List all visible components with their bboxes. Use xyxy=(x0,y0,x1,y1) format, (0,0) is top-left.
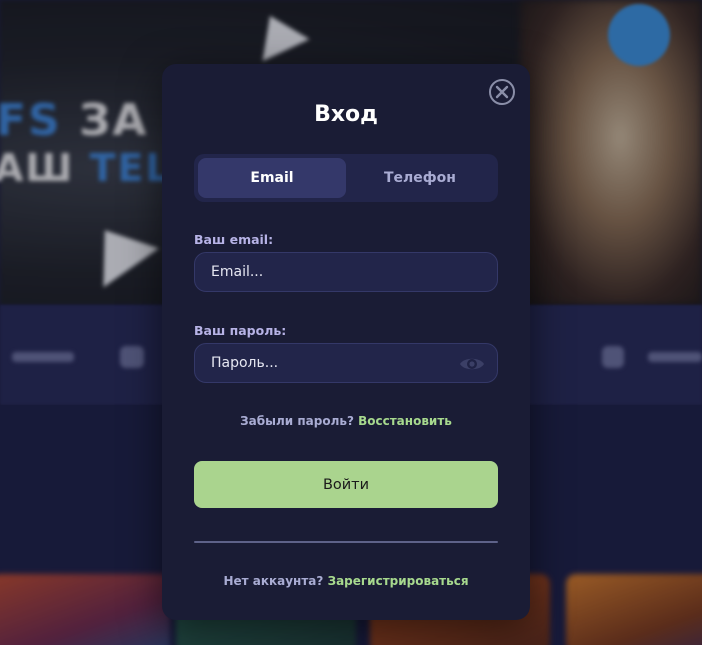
restore-password-link[interactable]: Восстановить xyxy=(358,414,452,428)
register-link[interactable]: Зарегистрироваться xyxy=(328,574,469,588)
forgot-password-text: Забыли пароль? xyxy=(240,414,354,428)
login-method-tabs: Email Телефон xyxy=(194,154,498,202)
close-icon xyxy=(495,85,509,99)
login-modal: Вход Email Телефон Ваш email: Ваш пароль… xyxy=(162,64,530,620)
divider xyxy=(194,541,498,543)
email-field-container xyxy=(194,252,498,292)
tab-phone[interactable]: Телефон xyxy=(346,158,494,198)
email-field[interactable] xyxy=(211,264,481,280)
register-row: Нет аккаунта? Зарегистрироваться xyxy=(162,574,530,588)
modal-title: Вход xyxy=(314,102,378,127)
tab-email[interactable]: Email xyxy=(198,158,346,198)
forgot-password-row: Забыли пароль? Восстановить xyxy=(162,414,530,428)
login-button[interactable]: Войти xyxy=(194,461,498,508)
password-field-container xyxy=(194,343,498,383)
password-field[interactable] xyxy=(211,355,481,371)
email-label: Ваш email: xyxy=(194,232,274,247)
eye-icon[interactable] xyxy=(459,355,485,373)
password-label: Ваш пароль: xyxy=(194,323,287,338)
no-account-text: Нет аккаунта? xyxy=(223,574,324,588)
